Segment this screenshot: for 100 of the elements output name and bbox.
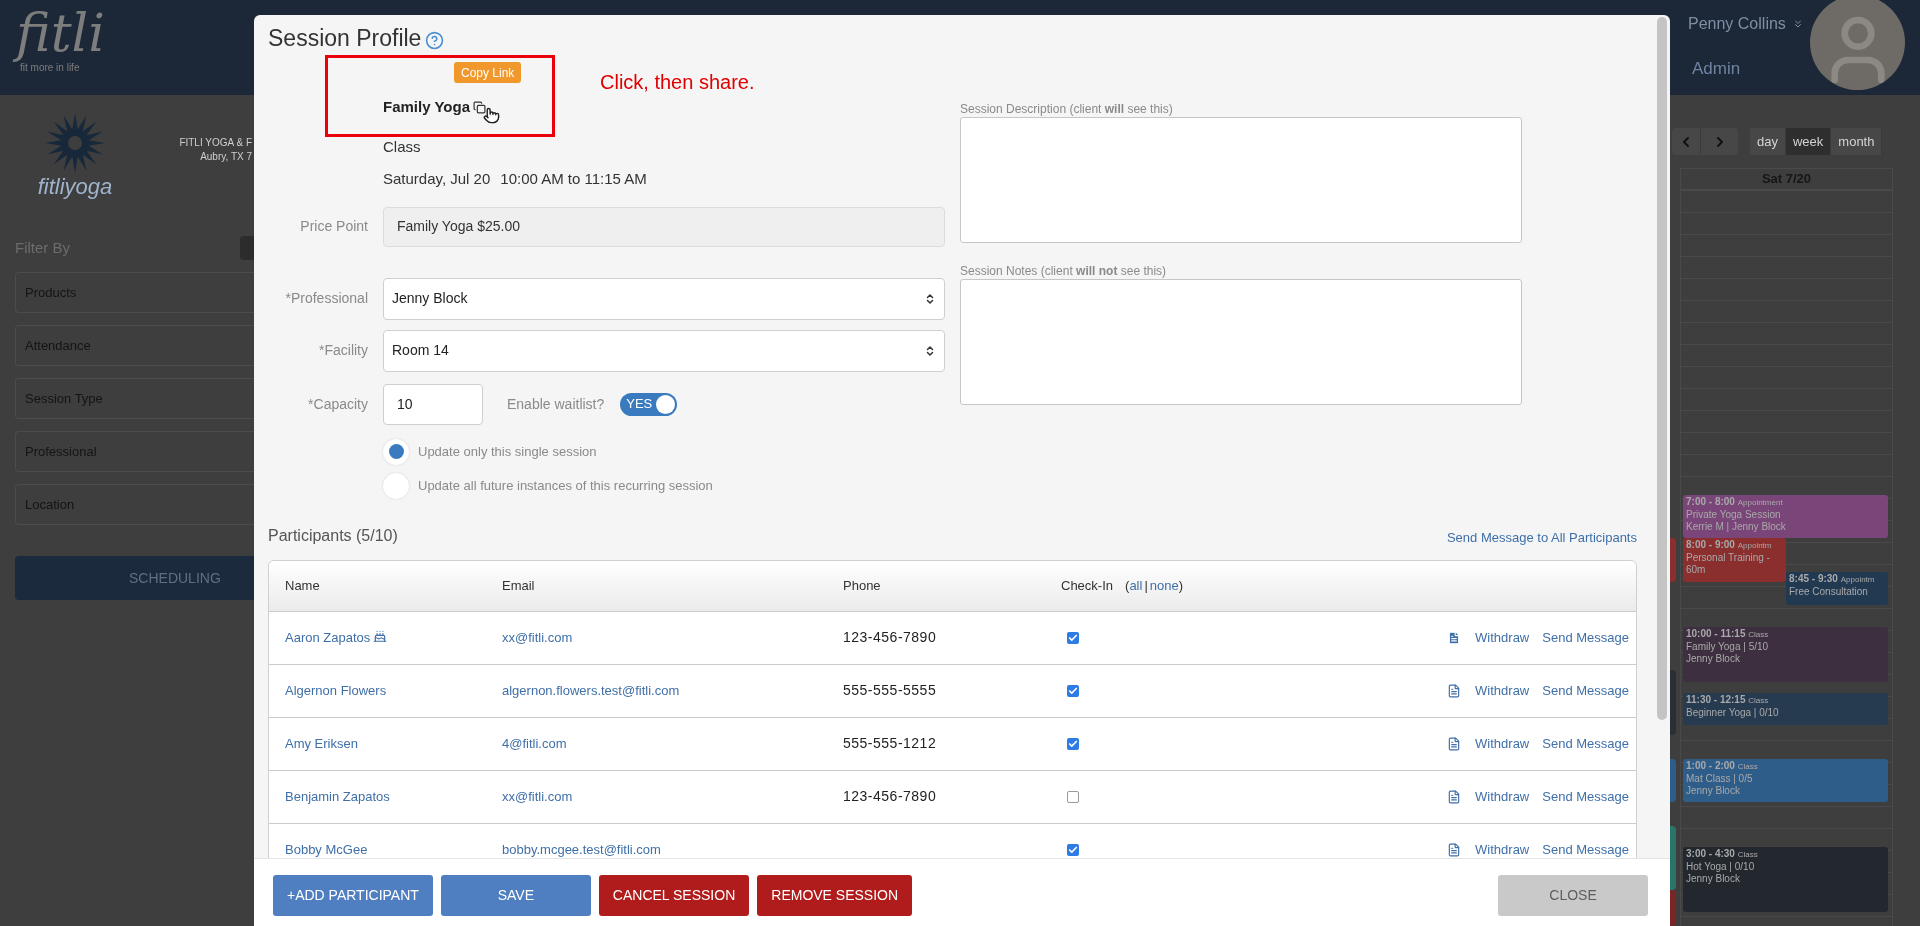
column-header: Check-In bbox=[1061, 576, 1114, 595]
email-link[interactable]: bobby.mcgee.test@fitli.com bbox=[502, 839, 843, 858]
send-all-link[interactable]: Send Message to All Participants bbox=[1446, 528, 1637, 548]
send-message-link[interactable]: Send Message bbox=[1542, 680, 1629, 701]
event-title: Free Consultation bbox=[1789, 586, 1869, 598]
document-icon[interactable] bbox=[1447, 630, 1462, 645]
checkin-checkbox[interactable] bbox=[1067, 684, 1079, 697]
studio-address: Aubry, TX 7 bbox=[200, 150, 252, 164]
field-label: Price Point bbox=[299, 217, 368, 236]
document-icon[interactable] bbox=[1447, 789, 1462, 804]
checkin-paren: ( bbox=[1125, 576, 1130, 595]
copy-link-tooltip: Copy Link bbox=[454, 62, 522, 83]
participant-name-link[interactable]: Bobby McGee bbox=[285, 839, 368, 858]
phone-cell-text: 555-555-1212 bbox=[843, 734, 938, 753]
event-detail: Jenny Block bbox=[1686, 873, 1741, 885]
field-label: *Capacity bbox=[307, 394, 368, 414]
scrollbar-thumb[interactable] bbox=[1657, 17, 1667, 720]
footer-button[interactable]: REMOVE SESSION bbox=[757, 875, 913, 916]
session-date: Saturday, Jul 20 bbox=[383, 169, 491, 189]
link-separator: | bbox=[1144, 576, 1148, 595]
event-title: Mat Class | 0/5 bbox=[1686, 773, 1754, 785]
participant-name-link[interactable]: Benjamin Zapatos bbox=[285, 786, 390, 807]
capacity-input[interactable]: 10 bbox=[383, 383, 483, 425]
checkin-checkbox[interactable] bbox=[1067, 737, 1079, 750]
event-time: 7:00 - 8:00 Appointment bbox=[1686, 496, 1784, 509]
calendar-event[interactable]: 8:00 - 9:00 Appointm Personal Training - 60m bbox=[1683, 538, 1786, 582]
email-link[interactable]: xx@fitli.com bbox=[502, 627, 843, 648]
radio-label: Update only this single session bbox=[418, 442, 597, 461]
waitlist-toggle[interactable]: YES bbox=[620, 392, 678, 416]
withdraw-link[interactable]: Withdraw bbox=[1475, 839, 1530, 858]
send-message-link[interactable]: Send Message bbox=[1542, 733, 1629, 754]
logo-tagline: fit more in life bbox=[19, 62, 81, 74]
footer-button[interactable]: SAVE bbox=[440, 875, 591, 916]
field-label: *Facility bbox=[318, 341, 368, 360]
check-none-link[interactable]: none bbox=[1149, 575, 1179, 596]
event-detail: Kerrie M | Jenny Block bbox=[1686, 521, 1787, 533]
field-label: *Professional bbox=[284, 289, 368, 308]
calendar-event[interactable]: 8:45 - 9:30 Appointm Free Consultation bbox=[1786, 572, 1888, 605]
send-message-link[interactable]: Send Message bbox=[1542, 786, 1629, 807]
participant-name-link[interactable]: Algernon Flowers bbox=[285, 680, 387, 701]
user-role: Admin bbox=[1691, 58, 1742, 80]
withdraw-link[interactable]: Withdraw bbox=[1475, 680, 1530, 701]
document-icon[interactable] bbox=[1447, 683, 1462, 698]
send-message-link[interactable]: Send Message bbox=[1542, 839, 1629, 858]
email-link[interactable]: xx@fitli.com bbox=[502, 786, 843, 807]
session-name: Family Yoga bbox=[383, 97, 470, 117]
event-detail: 60m bbox=[1686, 564, 1707, 576]
filter-toggle[interactable] bbox=[240, 236, 254, 260]
document-icon[interactable] bbox=[1447, 842, 1462, 857]
checkin-checkbox[interactable] bbox=[1067, 631, 1079, 644]
email-link[interactable]: algernon.flowers.test@fitli.com bbox=[502, 680, 843, 701]
view-tab[interactable]: month bbox=[1831, 128, 1883, 155]
radio-button[interactable] bbox=[383, 438, 409, 465]
check-all-link[interactable]: all bbox=[1129, 575, 1143, 596]
copy-icon[interactable] bbox=[473, 100, 486, 114]
previous-button[interactable] bbox=[1672, 128, 1700, 155]
session-type: Class bbox=[383, 137, 422, 157]
select-field[interactable]: Room 14 bbox=[383, 329, 945, 372]
user-menu[interactable]: Penny Collins bbox=[1688, 12, 1804, 36]
event-title: Beginner Yoga | 0/10 bbox=[1686, 707, 1780, 719]
notes-label: Session Notes (client will not see this) bbox=[960, 264, 1168, 278]
footer-button[interactable]: CLOSE bbox=[1498, 875, 1648, 916]
footer-button[interactable]: +ADD PARTICIPANT bbox=[273, 875, 433, 916]
checkin-checkbox[interactable] bbox=[1067, 790, 1079, 803]
participant-name-link[interactable]: Aaron Zapatos bbox=[285, 627, 371, 648]
scheduling-button[interactable]: SCHEDULING bbox=[15, 556, 254, 600]
modal-title: Session Profile bbox=[268, 23, 422, 53]
email-link[interactable]: 4@fitli.com bbox=[502, 733, 843, 754]
help-icon[interactable] bbox=[425, 31, 445, 50]
withdraw-link[interactable]: Withdraw bbox=[1475, 627, 1530, 648]
event-time: 11:30 - 12:15 Class bbox=[1686, 694, 1770, 707]
description-label: Session Description (client will see this) bbox=[960, 102, 1174, 116]
checkin-paren: ) bbox=[1178, 576, 1184, 595]
studio-logo-text: fitliyoga bbox=[37, 175, 113, 199]
checkin-checkbox[interactable] bbox=[1067, 843, 1079, 856]
hand-cursor-icon bbox=[483, 107, 500, 124]
withdraw-link[interactable]: Withdraw bbox=[1475, 786, 1530, 807]
calendar-event[interactable]: 7:00 - 8:00 Appointment Private Yoga Session Kerrie M | Jenny Block bbox=[1683, 495, 1888, 538]
calendar-event[interactable]: 10:00 - 11:15 Class Family Yoga | 5/10 Jenny Block bbox=[1683, 627, 1888, 682]
calendar-event[interactable]: 1:00 - 2:00 Class Mat Class | 0/5 Jenny Block bbox=[1683, 759, 1888, 802]
document-icon[interactable] bbox=[1447, 736, 1462, 751]
select-field[interactable]: Jenny Block bbox=[383, 277, 945, 320]
participants-title: Participants (5/10) bbox=[268, 525, 398, 546]
calendar-event[interactable]: 11:30 - 12:15 Class Beginner Yoga | 0/10 bbox=[1683, 693, 1888, 725]
select-arrows-icon bbox=[924, 344, 936, 357]
price-point-field: Family Yoga $25.00 bbox=[383, 206, 945, 247]
view-tab[interactable]: day bbox=[1750, 128, 1786, 155]
participant-name-link[interactable]: Amy Eriksen bbox=[285, 733, 358, 754]
send-message-link[interactable]: Send Message bbox=[1542, 627, 1629, 648]
event-detail: Jenny Block bbox=[1686, 653, 1741, 665]
event-title: Hot Yoga | 0/10 bbox=[1686, 861, 1756, 873]
calendar-event[interactable]: 3:00 - 4:30 Class Hot Yoga | 0/10 Jenny Block bbox=[1683, 847, 1888, 912]
next-button[interactable] bbox=[1700, 128, 1738, 155]
select-arrows-icon bbox=[924, 292, 936, 305]
withdraw-link[interactable]: Withdraw bbox=[1475, 733, 1530, 754]
footer-button[interactable]: CANCEL SESSION bbox=[598, 875, 750, 916]
event-time: 8:00 - 9:00 Appointm bbox=[1686, 539, 1773, 552]
view-tab[interactable]: week bbox=[1785, 128, 1832, 155]
event-title: Personal Training - bbox=[1686, 552, 1771, 564]
event-time: 1:00 - 2:00 Class bbox=[1686, 760, 1759, 773]
